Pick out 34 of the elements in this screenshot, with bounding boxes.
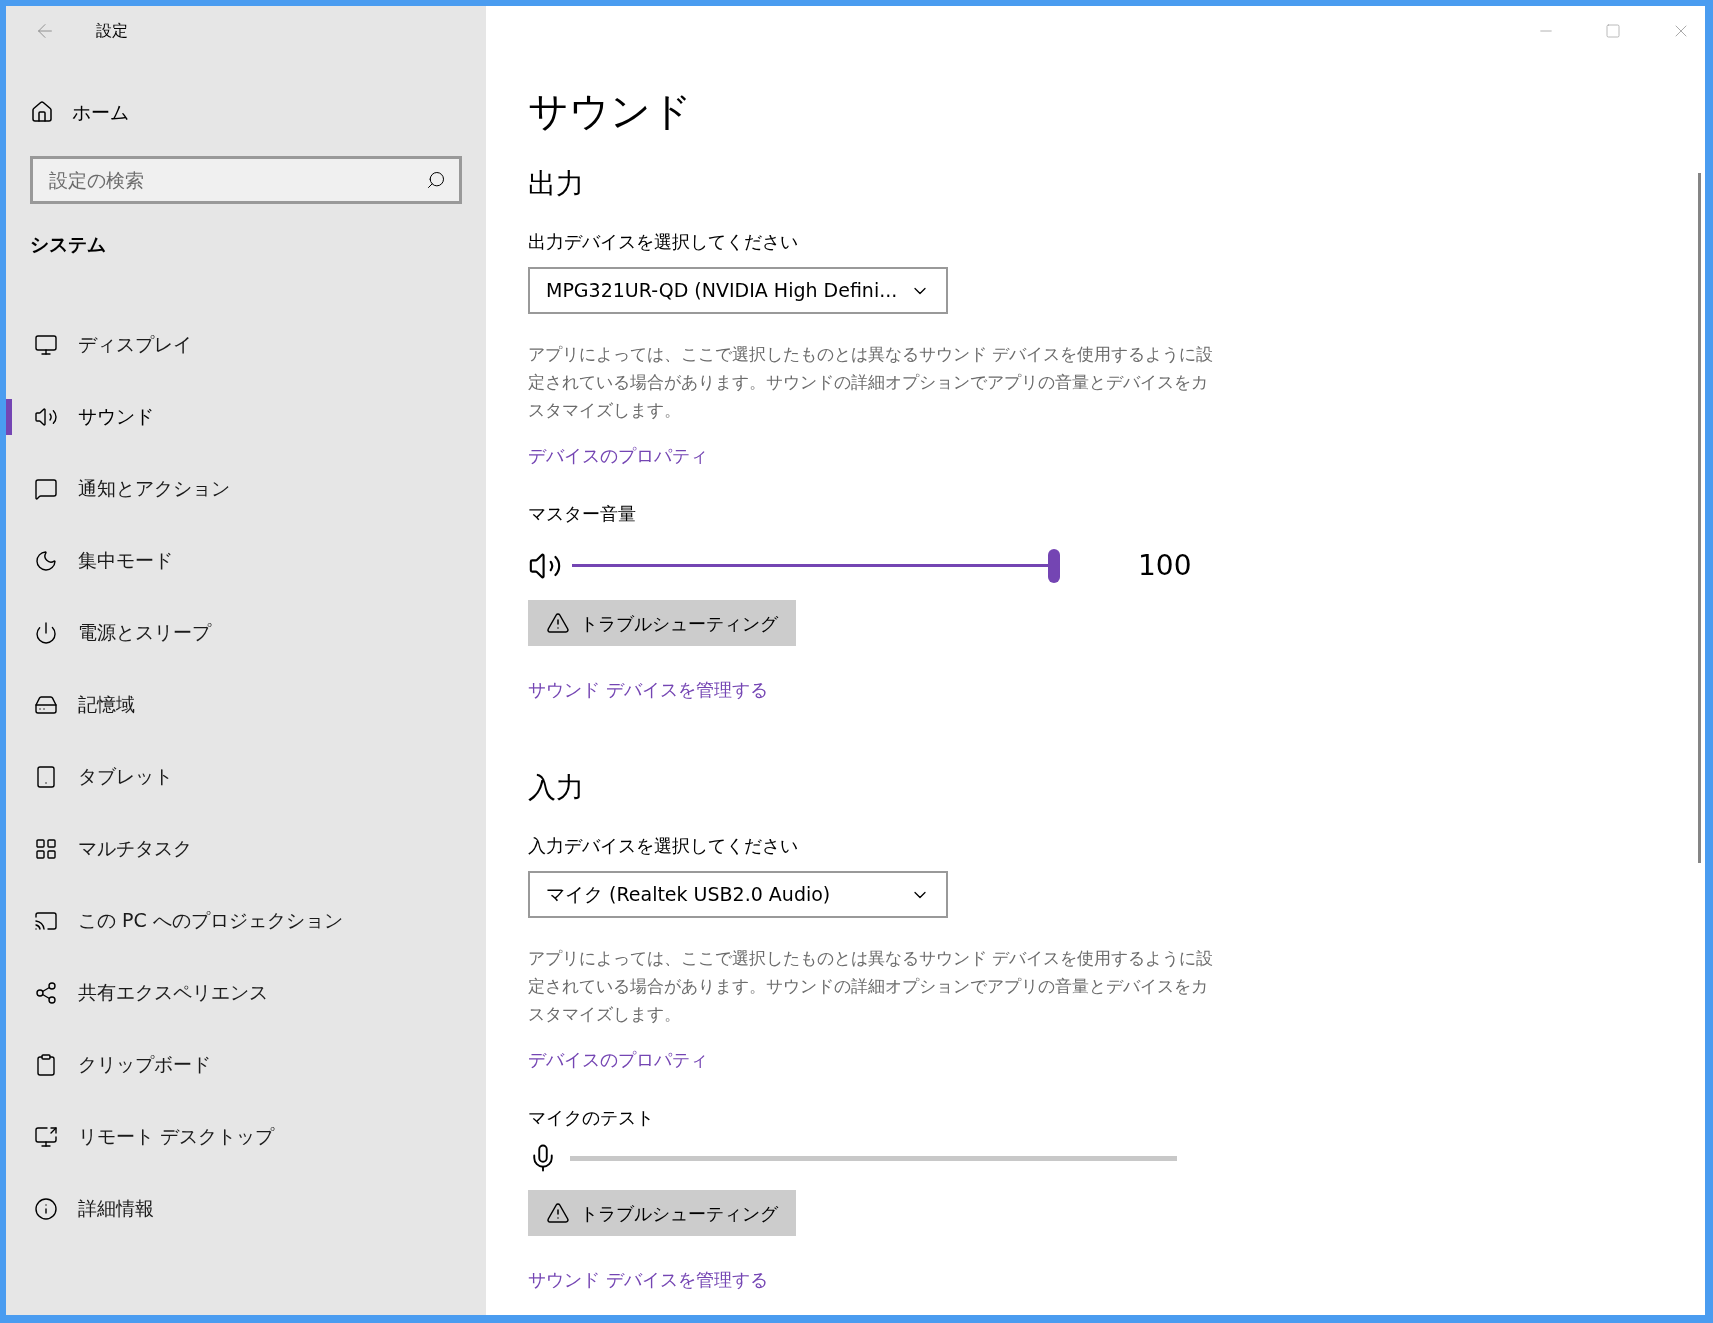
- device-dropdown[interactable]: マイク (Realtek USB2.0 Audio): [528, 871, 948, 918]
- manage-devices-link[interactable]: サウンド デバイスを管理する: [528, 678, 768, 702]
- nav-item[interactable]: 電源とスリープ: [6, 596, 486, 669]
- nav-item[interactable]: クリップボード: [6, 1028, 486, 1101]
- section-heading: 出力: [528, 166, 585, 202]
- troubleshoot-button[interactable]: トラブルシューティング: [528, 1190, 796, 1236]
- nav-item[interactable]: 共有エクスペリエンス: [6, 956, 486, 1029]
- search-field[interactable]: 設定の検索: [30, 156, 462, 204]
- nav-item[interactable]: 詳細情報: [6, 1172, 486, 1245]
- nav-item[interactable]: 集中モード: [6, 524, 486, 597]
- description-text: アプリによっては、ここで選択したものとは異なるサウンド デバイスを使用するように設定されている場合があります。サウンドの詳細オプションでアプリの音量とデバイスをカスタマイズします。: [528, 343, 1215, 422]
- page-title: サウンド: [528, 87, 693, 136]
- nav-item[interactable]: 記憶域: [6, 668, 486, 741]
- troubleshoot-button[interactable]: トラブルシューティング: [528, 600, 796, 646]
- device-properties-link[interactable]: デバイスのプロパティ: [528, 1048, 708, 1072]
- field-label: 入力デバイスを選択してください: [528, 834, 799, 858]
- nav-item[interactable]: ディスプレイ: [6, 308, 486, 381]
- field-label: マイクのテスト: [528, 1106, 655, 1130]
- device-dropdown[interactable]: MPG321UR-QD (NVIDIA High Defini...: [528, 267, 948, 314]
- manage-devices-link[interactable]: サウンド デバイスを管理する: [528, 1268, 768, 1292]
- nav-item[interactable]: 通知とアクション: [6, 452, 486, 525]
- window-title: 設定: [96, 20, 128, 42]
- field-label: 出力デバイスを選択してください: [528, 230, 799, 254]
- volume-value: 100: [1138, 548, 1192, 584]
- device-properties-link[interactable]: デバイスのプロパティ: [528, 444, 708, 468]
- home-item[interactable]: ホーム: [6, 92, 486, 132]
- nav-item[interactable]: タブレット: [6, 740, 486, 813]
- section-title: システム: [30, 232, 107, 257]
- nav-item[interactable]: マルチタスク: [6, 812, 486, 885]
- description-text: アプリによっては、ここで選択したものとは異なるサウンド デバイスを使用するように設定されている場合があります。サウンドの詳細オプションでアプリの音量とデバイスをカスタマイズします。: [528, 947, 1215, 1026]
- field-label: マスター音量: [528, 502, 637, 526]
- nav-item[interactable]: この PC へのプロジェクション: [6, 884, 486, 957]
- section-heading: 入力: [528, 770, 585, 806]
- nav-item[interactable]: リモート デスクトップ: [6, 1100, 486, 1173]
